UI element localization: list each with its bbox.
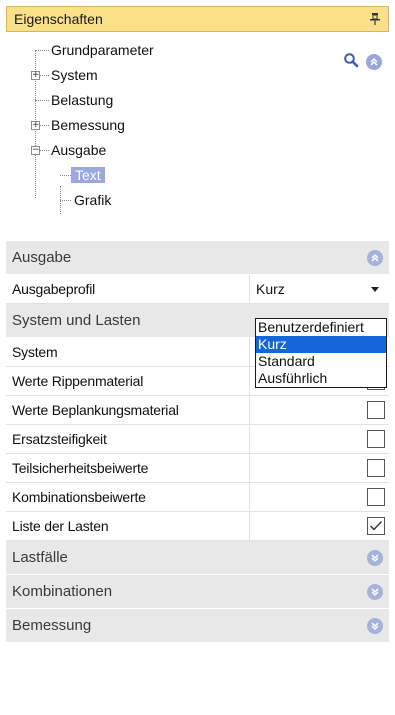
teilsicherheitsbeiwerte-checkbox[interactable] xyxy=(367,459,385,477)
expand-down-icon[interactable] xyxy=(367,617,383,634)
werte-beplankungsmaterial-checkbox[interactable] xyxy=(367,401,385,419)
dropdown-arrow-icon[interactable] xyxy=(371,286,379,292)
ersatzsteifigkeit-checkbox[interactable] xyxy=(367,430,385,448)
tree-expander-bemessung[interactable]: + xyxy=(31,121,40,130)
expand-down-icon[interactable] xyxy=(367,583,383,600)
tree-connector xyxy=(60,200,71,201)
property-row-ersatzsteifigkeit: Ersatzsteifigkeit xyxy=(6,425,389,454)
property-row-werte-beplankungsmaterial: Werte Beplankungsmaterial xyxy=(6,396,389,425)
dropdown-option-standard[interactable]: Standard xyxy=(256,353,386,370)
tree-connector xyxy=(60,175,71,176)
property-row-liste-der-lasten: Liste der Lasten xyxy=(6,512,389,541)
property-label: Kombinationsbeiwerte xyxy=(6,483,250,511)
liste-der-lasten-checkbox[interactable] xyxy=(367,517,385,535)
tree-connector xyxy=(35,100,49,101)
collapse-up-icon[interactable] xyxy=(367,249,383,266)
tree-item-grafik[interactable]: Grafik xyxy=(72,190,113,210)
tree-expander-ausgabe[interactable]: − xyxy=(31,146,40,155)
tree-item-ausgabe[interactable]: Ausgabe xyxy=(49,140,108,160)
property-label: Ersatzsteifigkeit xyxy=(6,425,250,453)
category-kombinationen[interactable]: Kombinationen xyxy=(6,575,389,609)
kombinationsbeiwerte-checkbox[interactable] xyxy=(367,488,385,506)
property-label: Liste der Lasten xyxy=(6,512,250,540)
collapse-up-icon[interactable] xyxy=(366,53,382,70)
property-grid: Ausgabe Ausgabeprofil Kurz System und La… xyxy=(6,241,389,643)
property-label: Ausgabeprofil xyxy=(6,275,250,303)
property-value xyxy=(250,483,389,511)
dropdown-option-ausfuehrlich[interactable]: Ausführlich xyxy=(256,370,386,387)
dropdown-option-kurz[interactable]: Kurz xyxy=(256,336,386,353)
tree-connector xyxy=(40,125,49,126)
panel-title-bar: Eigenschaften xyxy=(6,6,389,32)
tree-connector xyxy=(40,75,49,76)
tree-item-text[interactable]: Text xyxy=(71,165,105,185)
property-row-ausgabeprofil: Ausgabeprofil Kurz xyxy=(6,275,389,304)
tree-item-grundparameter[interactable]: Grundparameter xyxy=(49,40,156,60)
tree-toolbar xyxy=(343,52,382,71)
ausgabeprofil-select[interactable]: Kurz xyxy=(250,281,385,297)
tree-item-bemessung[interactable]: Bemessung xyxy=(49,115,127,135)
tree-connector xyxy=(40,150,49,151)
property-value xyxy=(250,425,389,453)
property-label: Werte Beplankungsmaterial xyxy=(6,396,250,424)
property-value xyxy=(250,512,389,540)
tree-item-system[interactable]: System xyxy=(49,65,100,85)
property-row-teilsicherheitsbeiwerte: Teilsicherheitsbeiwerte xyxy=(6,454,389,483)
dropdown-option-benutzerdefiniert[interactable]: Benutzerdefiniert xyxy=(256,319,386,336)
expand-down-icon[interactable] xyxy=(367,549,383,566)
search-icon[interactable] xyxy=(343,52,359,71)
property-label: Werte Rippenmaterial xyxy=(6,367,250,395)
tree-connector xyxy=(35,50,49,51)
panel-title: Eigenschaften xyxy=(14,11,103,27)
tree-item-belastung[interactable]: Belastung xyxy=(49,90,115,110)
pin-icon[interactable] xyxy=(370,13,380,25)
property-label: System xyxy=(6,338,250,366)
property-value: Kurz xyxy=(250,275,389,303)
ausgabeprofil-dropdown-list: Benutzerdefiniert Kurz Standard Ausführl… xyxy=(255,318,387,388)
tree-expander-system[interactable]: + xyxy=(31,71,40,80)
property-label: Teilsicherheitsbeiwerte xyxy=(6,454,250,482)
select-value: Kurz xyxy=(256,281,285,297)
category-lastfaelle[interactable]: Lastfälle xyxy=(6,541,389,575)
property-row-kombinationsbeiwerte: Kombinationsbeiwerte xyxy=(6,483,389,512)
property-value xyxy=(250,454,389,482)
checkmark-icon xyxy=(370,521,383,531)
property-value xyxy=(250,396,389,424)
category-ausgabe[interactable]: Ausgabe xyxy=(6,241,389,275)
category-bemessung[interactable]: Bemessung xyxy=(6,609,389,643)
navigation-tree: + + − Grundparameter System Belastung Be… xyxy=(0,36,395,231)
